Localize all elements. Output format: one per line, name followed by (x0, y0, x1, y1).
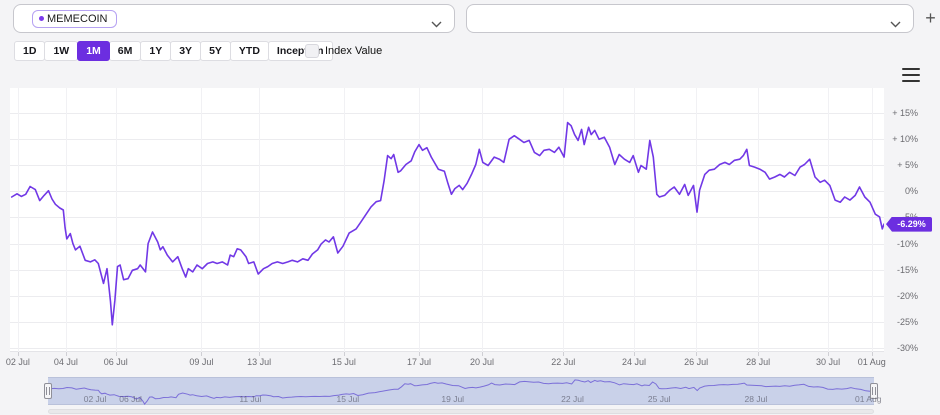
x-axis-tick (563, 352, 564, 356)
x-axis-tick (872, 352, 873, 356)
range-navigator[interactable]: 02 Jul 06 Jul 11 Jul 15 Jul 19 Jul 22 Jul 25 J… (48, 377, 874, 405)
range-toolbar: 1D1W1M6M1Y3Y5YYTDInception (14, 41, 333, 61)
y-axis-tick-label: -15% (884, 265, 918, 275)
memecoin-chip-label: MEMECOIN (47, 13, 108, 25)
x-axis-tick-label: 28 Jul (746, 357, 770, 367)
x-axis-tick (201, 352, 202, 356)
series-select[interactable]: MEMECOIN (13, 4, 455, 33)
current-value-badge: -6.29% (886, 217, 932, 232)
range-button-3y[interactable]: 3Y (170, 41, 201, 61)
navigator-tick-label: 28 Jul (745, 394, 768, 404)
range-button-6m[interactable]: 6M (109, 41, 142, 61)
index-value-checkbox[interactable] (305, 44, 319, 58)
hamburger-icon (902, 74, 920, 76)
x-axis-tick-label: 17 Jul (407, 357, 431, 367)
navigator-tick-label: 15 Jul (336, 394, 359, 404)
x-axis-tick-label: 13 Jul (247, 357, 271, 367)
chart-menu-button[interactable] (902, 68, 920, 82)
navigator-tick-label: 19 Jul (441, 394, 464, 404)
x-axis-tick-label: 20 Jul (470, 357, 494, 367)
y-axis-tick-label: + 10% (884, 134, 918, 144)
x-axis-tick-label: 26 Jul (684, 357, 708, 367)
series-dot-icon (39, 16, 44, 21)
memecoin-series-line (10, 88, 884, 352)
x-axis-tick-label: 30 Jul (816, 357, 840, 367)
x-axis-tick-label: 22 Jul (551, 357, 575, 367)
x-axis-tick-label: 01 Aug (858, 357, 886, 367)
hamburger-icon (902, 80, 920, 82)
chevron-down-icon (431, 15, 442, 33)
navigator-tick-label: 01 Aug (855, 394, 881, 404)
range-button-inception[interactable]: Inception (268, 41, 333, 61)
range-button-1m[interactable]: 1M (77, 41, 110, 61)
range-button-ytd[interactable]: YTD (230, 41, 269, 61)
add-series-button[interactable]: + (921, 6, 940, 30)
x-axis-tick (634, 352, 635, 356)
y-axis-tick-label: + 5% (884, 160, 918, 170)
y-axis-tick-label: -20% (884, 291, 918, 301)
x-axis-tick-label: 15 Jul (332, 357, 356, 367)
y-axis-tick-label: -25% (884, 317, 918, 327)
x-axis-tick (259, 352, 260, 356)
range-button-5y[interactable]: 5Y (200, 41, 231, 61)
y-axis-tick-label: 0% (884, 186, 918, 196)
plot-area[interactable] (10, 88, 884, 352)
x-axis-tick-label: 06 Jul (104, 357, 128, 367)
x-axis-tick (758, 352, 759, 356)
hamburger-icon (902, 68, 920, 70)
chevron-down-icon (890, 15, 901, 33)
x-axis-tick-label: 24 Jul (622, 357, 646, 367)
x-axis-tick-label: 04 Jul (54, 357, 78, 367)
x-axis-tick (66, 352, 67, 356)
x-axis-tick (482, 352, 483, 356)
y-axis-tick-label: -10% (884, 239, 918, 249)
x-axis-tick-label: 09 Jul (189, 357, 213, 367)
index-value-label: Index Value (325, 45, 382, 57)
x-axis-tick (116, 352, 117, 356)
navigator-tick-label: 22 Jul (561, 394, 584, 404)
range-button-1w[interactable]: 1W (44, 41, 78, 61)
range-button-1d[interactable]: 1D (14, 41, 45, 61)
navigator-tick-label: 06 Jul (119, 394, 142, 404)
memecoin-chip[interactable]: MEMECOIN (32, 10, 117, 28)
y-axis-tick-label: -30% (884, 343, 918, 353)
range-button-1y[interactable]: 1Y (140, 41, 171, 61)
x-axis-tick-label: 02 Jul (6, 357, 30, 367)
x-axis-tick (828, 352, 829, 356)
navigator-tick-label: 11 Jul (239, 394, 261, 404)
navigator-scrollbar[interactable] (48, 409, 874, 414)
x-axis-tick (18, 352, 19, 356)
x-axis-tick (344, 352, 345, 356)
y-axis-tick-label: + 15% (884, 108, 918, 118)
x-axis-tick (696, 352, 697, 356)
compare-select[interactable] (466, 4, 914, 33)
navigator-tick-label: 02 Jul (84, 394, 107, 404)
navigator-left-handle[interactable] (44, 383, 52, 399)
x-axis-tick (419, 352, 420, 356)
navigator-tick-label: 25 Jul (648, 394, 671, 404)
